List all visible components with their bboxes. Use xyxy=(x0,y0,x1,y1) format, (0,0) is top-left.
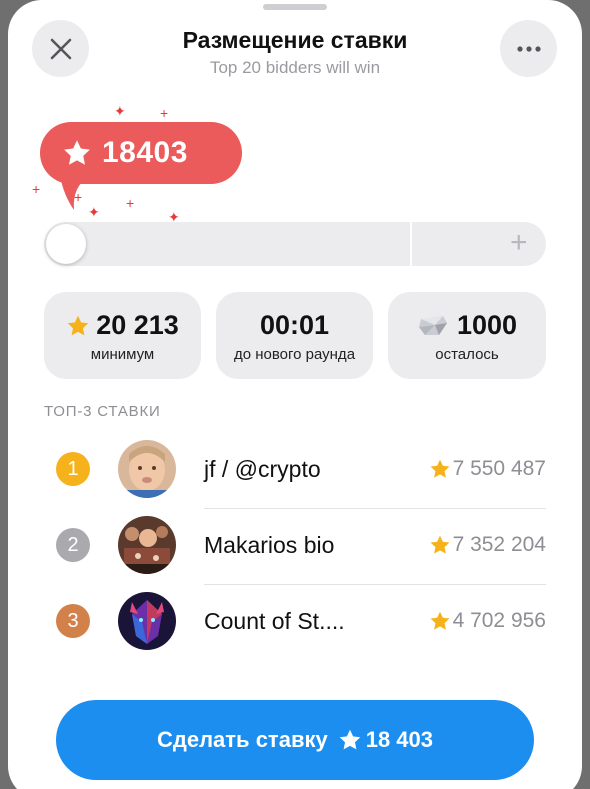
sheet-title: Размещение ставки xyxy=(182,27,408,53)
bid-amount-bubble: 18403 xyxy=(40,122,242,184)
sparkle-icon: + xyxy=(126,195,135,211)
avatar xyxy=(118,516,176,574)
bid-amount: 4 702 956 xyxy=(452,609,546,632)
top-bid-row[interactable]: 1 jf / @crypto 7 550 487 xyxy=(44,432,546,509)
place-bid-button[interactable]: Сделать ставку 18 403 xyxy=(56,700,534,780)
minimum-bid-card: 20 213 минимум xyxy=(44,292,201,379)
top-bid-row[interactable]: 3 Count of St.... 4 702 956 xyxy=(44,584,546,660)
bubble-tail xyxy=(60,176,90,210)
more-icon xyxy=(516,45,541,52)
round-timer-value: 00:01 xyxy=(259,310,330,340)
avatar xyxy=(118,592,176,650)
bid-amount-value: 18403 xyxy=(102,136,188,169)
star-icon xyxy=(67,315,89,335)
increase-bid-button[interactable]: + xyxy=(510,228,528,258)
star-icon xyxy=(430,611,450,630)
place-bid-label: Сделать ставку xyxy=(156,727,328,752)
sheet-grabber[interactable] xyxy=(263,4,327,10)
avatar xyxy=(118,440,176,498)
star-icon xyxy=(430,459,450,478)
minimum-bid-value: 20 213 xyxy=(96,310,179,340)
rank-badge: 1 xyxy=(56,452,90,486)
round-timer-caption: до нового раунда xyxy=(233,346,356,363)
slider-divider xyxy=(410,222,412,266)
bidder-name: jf / @crypto xyxy=(204,456,321,482)
sparkle-icon: ✦ xyxy=(114,103,126,119)
star-icon xyxy=(430,535,450,554)
slider-handle[interactable] xyxy=(46,224,86,264)
top-bids-heading: ТОП-3 СТАВКИ xyxy=(44,403,161,420)
rank-badge: 2 xyxy=(56,528,90,562)
top-bid-row[interactable]: 2 Makarios bio 7 352 204 xyxy=(44,508,546,585)
sparkle-icon: + xyxy=(32,181,41,197)
round-timer-card: 00:01 до нового раунда xyxy=(216,292,373,379)
remaining-card: 1000 осталось xyxy=(388,292,546,379)
more-button[interactable] xyxy=(500,20,557,77)
bid-amount: 7 550 487 xyxy=(452,457,546,480)
bid-sheet: Размещение ставки Top 20 bidders will wi… xyxy=(8,0,582,789)
star-icon xyxy=(64,140,90,165)
sparkle-icon: + xyxy=(160,105,169,121)
place-bid-amount: 18 403 xyxy=(365,727,434,752)
remaining-caption: осталось xyxy=(435,346,499,363)
gift-icon xyxy=(418,315,447,335)
bidder-name: Makarios bio xyxy=(204,532,335,558)
star-icon xyxy=(339,729,361,750)
rank-badge: 3 xyxy=(56,604,90,638)
bid-amount: 7 352 204 xyxy=(452,533,546,556)
remaining-value: 1000 xyxy=(456,310,518,340)
minimum-bid-caption: минимум xyxy=(90,346,155,363)
sheet-subtitle: Top 20 bidders will win xyxy=(209,58,381,77)
bid-slider[interactable]: + xyxy=(44,222,546,266)
bidder-name: Count of St.... xyxy=(204,608,345,634)
